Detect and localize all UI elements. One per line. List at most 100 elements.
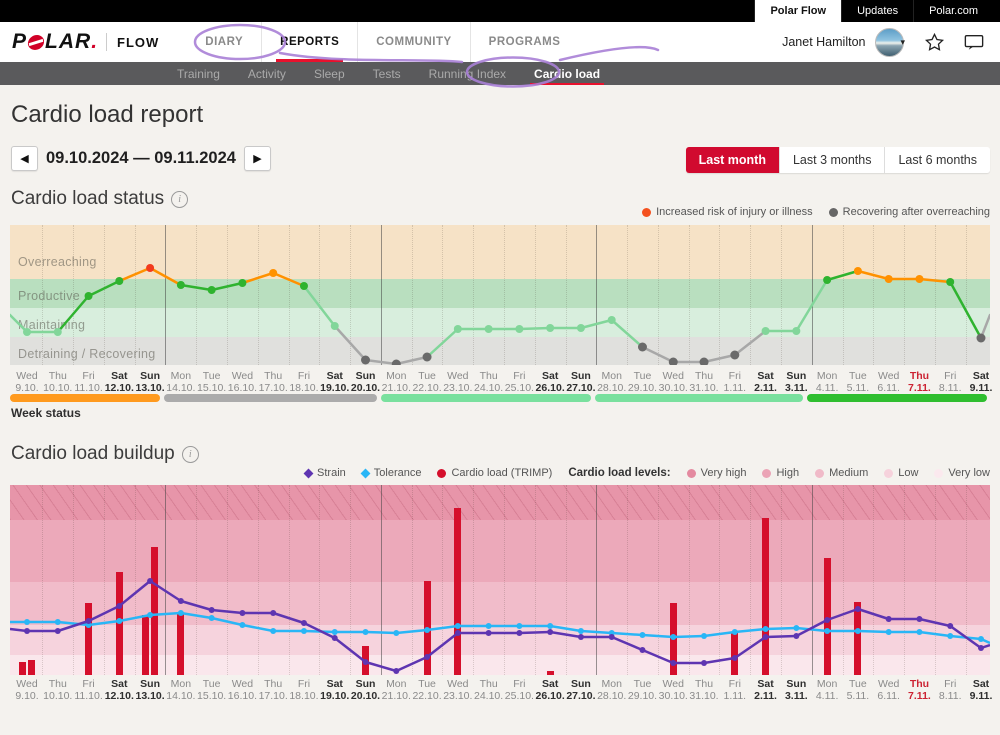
- legend-dot-icon: [884, 469, 893, 478]
- strain-line-point: [301, 620, 307, 626]
- buildup-legend: StrainToleranceCardio load (TRIMP)Cardio…: [305, 467, 990, 479]
- tolerance-line-point: [916, 629, 922, 635]
- topbar-tab-polar-flow[interactable]: Polar Flow: [754, 0, 841, 22]
- status-chart-x-axis: Wed9.10.Thu10.10.Fri11.10.Sat12.10.Sun13…: [10, 371, 990, 395]
- topbar-tab-polar-com[interactable]: Polar.com: [913, 0, 993, 22]
- favorites-star-icon[interactable]: [925, 33, 944, 51]
- strain-line-point: [886, 616, 892, 622]
- legend-label: Low: [898, 467, 918, 479]
- subnav-item-activity[interactable]: Activity: [234, 62, 300, 85]
- subnav-item-tests[interactable]: Tests: [359, 62, 415, 85]
- range-button-last-3-months[interactable]: Last 3 months: [779, 147, 885, 173]
- user-name[interactable]: Janet Hamilton: [782, 35, 865, 49]
- feedback-chat-icon[interactable]: [964, 34, 984, 51]
- legend-label: High: [776, 467, 799, 479]
- status-section-title: Cardio load status i: [11, 188, 188, 210]
- legend-label: Tolerance: [374, 467, 422, 479]
- status-point: [885, 275, 893, 283]
- strain-line-point: [855, 606, 861, 612]
- subnav-item-training[interactable]: Training: [163, 62, 234, 85]
- legend-label: Medium: [829, 467, 868, 479]
- nav-item-programs[interactable]: PROGRAMS: [470, 22, 579, 62]
- range-buttons: Last monthLast 3 monthsLast 6 months: [686, 147, 990, 173]
- tolerance-line-point: [332, 629, 338, 635]
- date-navigation: ◀ 09.10.2024 — 09.11.2024 ▶: [11, 146, 271, 171]
- nav-item-diary[interactable]: DIARY: [187, 22, 261, 62]
- strain-line-point: [147, 578, 153, 584]
- info-icon[interactable]: i: [171, 191, 188, 208]
- strain-line-point: [86, 618, 92, 624]
- legend-item: Very low: [934, 467, 990, 479]
- strain-line-point: [578, 634, 584, 640]
- legend-label: Very high: [701, 467, 747, 479]
- status-point: [54, 328, 62, 336]
- legend-label: Cardio load (TRIMP): [451, 467, 552, 479]
- tolerance-line-point: [547, 623, 553, 629]
- tolerance-line-point: [486, 623, 492, 629]
- status-point: [23, 328, 31, 336]
- status-point: [762, 327, 770, 335]
- tolerance-line-point: [116, 618, 122, 624]
- strain-line-point: [732, 655, 738, 661]
- subnav-item-running-index[interactable]: Running Index: [415, 62, 520, 85]
- strain-line-point: [239, 610, 245, 616]
- tolerance-line-point: [855, 628, 861, 634]
- tolerance-line-point: [393, 630, 399, 636]
- tolerance-line-point: [763, 626, 769, 632]
- range-button-last-6-months[interactable]: Last 6 months: [884, 147, 990, 173]
- buildup-section-title: Cardio load buildup i: [11, 443, 199, 465]
- strain-line-point: [455, 630, 461, 636]
- week-status-segment-overreaching: [10, 394, 160, 402]
- topbar-tab-updates[interactable]: Updates: [841, 0, 913, 22]
- legend-item: Strain: [305, 467, 346, 479]
- week-status-segment-productive: [807, 394, 987, 402]
- cardio-load-buildup-chart: [10, 485, 990, 675]
- status-point: [792, 327, 800, 335]
- status-point: [331, 322, 339, 330]
- user-menu[interactable]: ▾: [875, 28, 905, 57]
- status-point: [915, 275, 923, 283]
- legend-dot-icon: [642, 208, 651, 217]
- strain-line-point: [516, 630, 522, 636]
- prev-period-button[interactable]: ◀: [11, 146, 38, 171]
- legend-dot-icon: [934, 469, 943, 478]
- week-status-segment-productive: [381, 394, 591, 402]
- tolerance-line-point: [516, 623, 522, 629]
- nav-item-reports[interactable]: REPORTS: [261, 22, 357, 62]
- page-title: Cardio load report: [11, 101, 203, 129]
- tolerance-line-point: [886, 629, 892, 635]
- status-point: [976, 334, 985, 343]
- strain-line-point: [424, 654, 430, 660]
- strain-line-point: [916, 616, 922, 622]
- subnav-item-cardio-load[interactable]: Cardio load: [520, 62, 614, 85]
- info-icon[interactable]: i: [182, 446, 199, 463]
- header-nav: DIARYREPORTSCOMMUNITYPROGRAMS: [187, 22, 578, 62]
- status-point: [85, 292, 93, 300]
- subnav: TrainingActivitySleepTestsRunning IndexC…: [0, 62, 1000, 85]
- tolerance-line-point: [301, 628, 307, 634]
- week-status-bar: [10, 394, 990, 402]
- legend-marker-icon: [360, 468, 370, 478]
- legend-dot-icon: [687, 469, 696, 478]
- status-point: [546, 324, 554, 332]
- subnav-item-sleep[interactable]: Sleep: [300, 62, 359, 85]
- strain-line-point: [116, 603, 122, 609]
- next-period-button[interactable]: ▶: [244, 146, 271, 171]
- page: Polar FlowUpdatesPolar.com PLAR. FLOW DI…: [0, 0, 1000, 735]
- nav-item-community[interactable]: COMMUNITY: [357, 22, 469, 62]
- tolerance-line-point: [55, 619, 61, 625]
- tolerance-line-point: [270, 628, 276, 634]
- strain-line-point: [332, 635, 338, 641]
- status-point: [361, 356, 370, 365]
- polar-logo[interactable]: PLAR. FLOW: [12, 30, 159, 54]
- status-point: [730, 351, 739, 360]
- tolerance-line-point: [178, 610, 184, 616]
- week-status-label: Week status: [11, 406, 81, 420]
- x-axis-label: Sat9.11.: [959, 679, 1000, 702]
- tolerance-line-point: [639, 632, 645, 638]
- tolerance-line-point: [239, 622, 245, 628]
- range-button-last-month[interactable]: Last month: [686, 147, 779, 173]
- logo-dot: .: [91, 30, 98, 54]
- status-line-chart: [10, 225, 990, 365]
- legend-item: Recovering after overreaching: [829, 206, 990, 218]
